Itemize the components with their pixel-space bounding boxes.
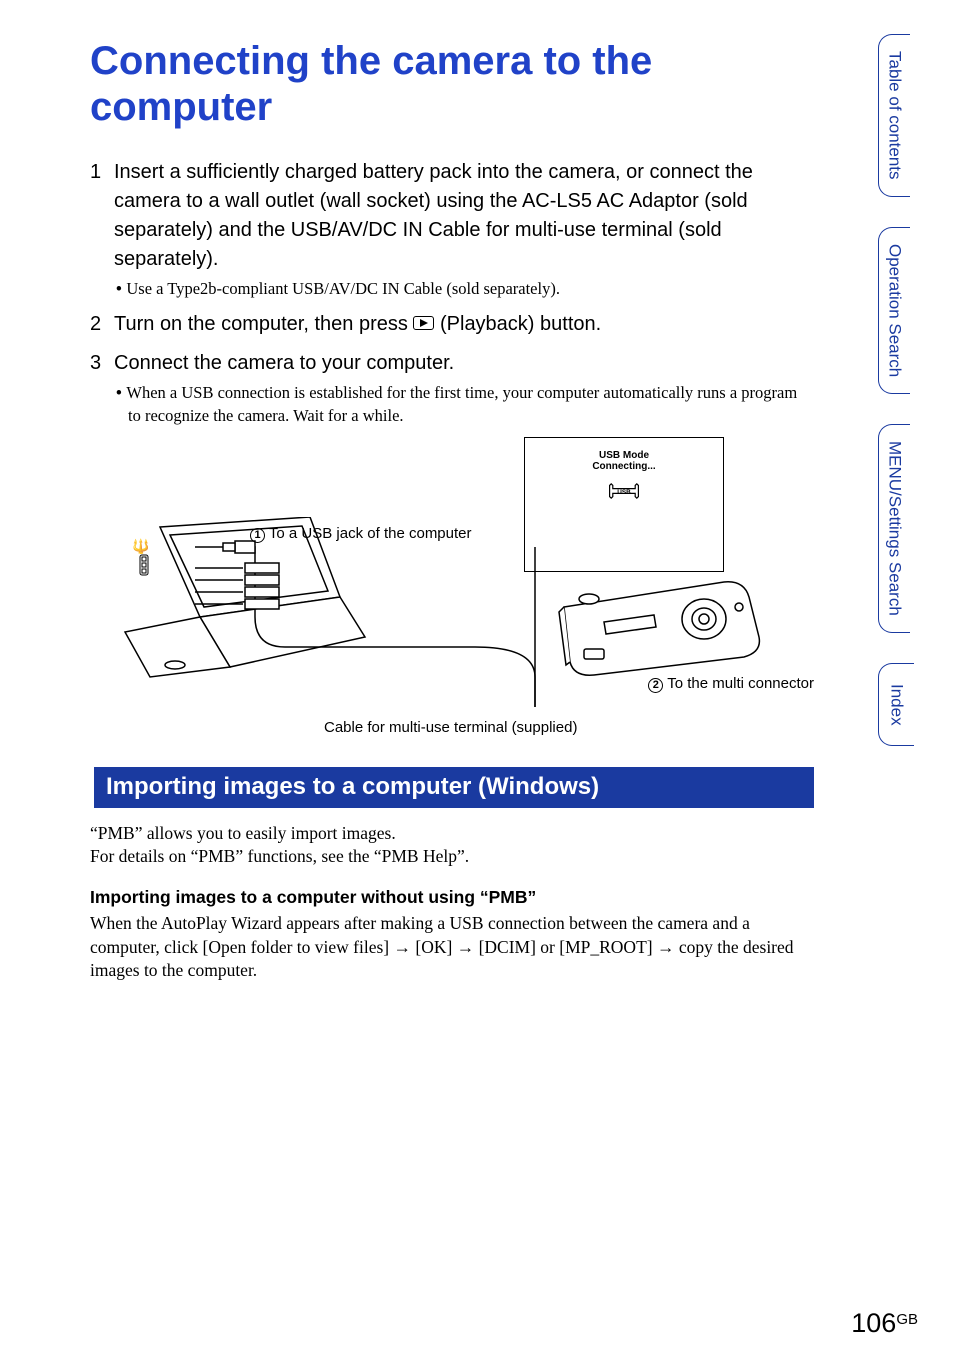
camera-illustration: [544, 577, 774, 677]
page-number-suffix: GB: [896, 1311, 918, 1328]
step-1-number: 1: [90, 158, 114, 187]
tab-index[interactable]: Index: [878, 663, 914, 747]
section-heading-importing: Importing images to a computer (Windows): [90, 767, 814, 808]
p3-part-b: [OK]: [411, 937, 457, 957]
usb-badge-icon: USB: [608, 482, 640, 500]
arrow-icon: →: [657, 937, 675, 957]
step-3: 3Connect the camera to your computer. Wh…: [90, 349, 814, 427]
step-1-bullet: Use a Type2b-compliant USB/AV/DC IN Cabl…: [116, 278, 814, 300]
step-1-text: Insert a sufficiently charged battery pa…: [114, 158, 794, 274]
page-number: 106GB: [851, 1308, 918, 1339]
subheading-without-pmb: Importing images to a computer without u…: [90, 887, 814, 908]
diagram-label-cable: Cable for multi-use terminal (supplied): [324, 719, 577, 736]
autoplay-instructions: When the AutoPlay Wizard appears after m…: [90, 912, 814, 983]
step-2-number: 2: [90, 310, 114, 339]
step-3-number: 3: [90, 349, 114, 378]
p3-part-c: [DCIM] or [MP_ROOT]: [474, 937, 657, 957]
page-number-value: 106: [851, 1308, 896, 1338]
step-3-text: Connect the camera to your computer.: [114, 349, 794, 378]
pmb-intro-1: “PMB” allows you to easily import images…: [90, 822, 814, 846]
step-2-text-after: (Playback) button.: [434, 313, 601, 335]
screen-connecting-label: Connecting...: [525, 461, 723, 472]
pmb-intro-2: For details on “PMB” functions, see the …: [90, 845, 814, 869]
diagram-label-usb-jack: 1 To a USB jack of the computer: [250, 525, 472, 543]
diagram-label-usb-jack-text: To a USB jack of the computer: [269, 525, 472, 542]
screen-usb-mode-label: USB Mode: [525, 450, 723, 461]
tab-table-of-contents[interactable]: Table of contents: [878, 34, 910, 197]
steps-list: 1Insert a sufficiently charged battery p…: [90, 158, 814, 427]
side-tabs: Table of contents Operation Search MENU/…: [878, 34, 954, 776]
arrow-icon: →: [394, 937, 412, 957]
step-1: 1Insert a sufficiently charged battery p…: [90, 158, 814, 300]
page-title: Connecting the camera to the computer: [90, 38, 814, 130]
diagram-label-multi-connector: 2 To the multi connector: [648, 675, 814, 693]
arrow-icon: →: [457, 937, 475, 957]
tab-menu-settings-search[interactable]: MENU/Settings Search: [878, 424, 910, 633]
step-2-text-before: Turn on the computer, then press: [114, 313, 413, 335]
connection-diagram: USB Mode Connecting... USB 🔱: [90, 437, 814, 737]
diagram-label-multi-connector-text: To the multi connector: [667, 675, 814, 692]
step-2-text: Turn on the computer, then press (Playba…: [114, 310, 794, 339]
playback-icon: [413, 316, 434, 330]
usb-badge-text: USB: [617, 489, 631, 496]
tab-operation-search[interactable]: Operation Search: [878, 227, 910, 394]
step-3-bullet: When a USB connection is established for…: [116, 382, 814, 427]
step-2: 2Turn on the computer, then press (Playb…: [90, 310, 814, 339]
